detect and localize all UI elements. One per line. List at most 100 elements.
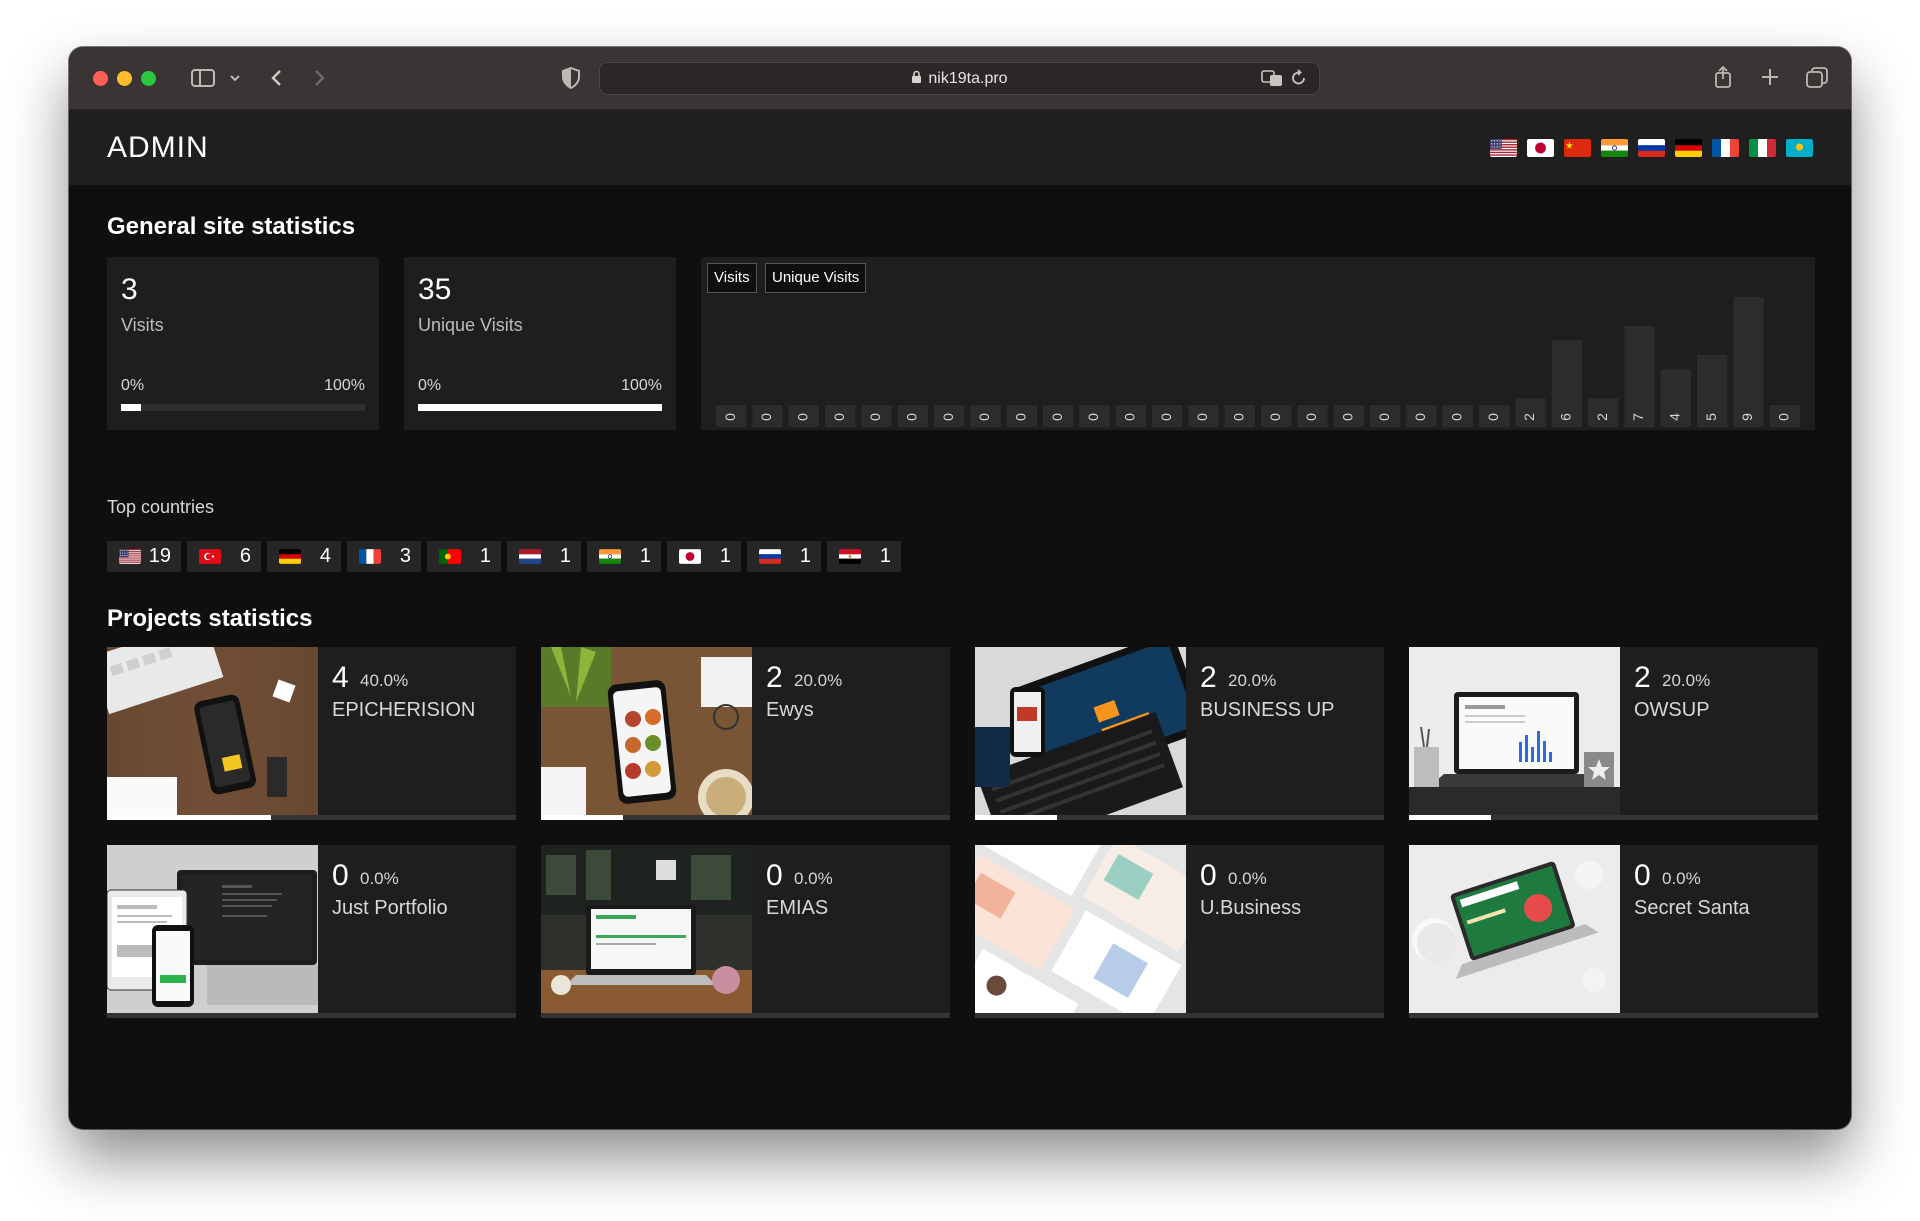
- project-progress-bar: [107, 1013, 516, 1018]
- language-flag-it-icon[interactable]: [1749, 138, 1776, 157]
- language-switcher: [1490, 138, 1813, 157]
- chevron-down-icon[interactable]: [229, 68, 241, 93]
- flag-ru-icon: [759, 549, 781, 564]
- privacy-shield-icon[interactable]: [562, 66, 580, 93]
- project-info: 4 40.0% EPICHERISION: [318, 647, 516, 820]
- flag-fr-icon: [359, 549, 381, 564]
- general-stats-title: General site statistics: [107, 213, 356, 240]
- chart-bar-label: 0: [867, 413, 883, 421]
- country-count: 1: [559, 545, 571, 567]
- project-info: 2 20.0% Ewys: [752, 647, 950, 820]
- country-chip-in: 1: [587, 541, 661, 572]
- zoom-window-button[interactable]: [141, 71, 156, 86]
- new-tab-icon[interactable]: [1761, 68, 1779, 90]
- url-text: nik19ta.pro: [928, 69, 1008, 87]
- project-card[interactable]: 0 0.0% Just Portfolio: [107, 845, 516, 1018]
- project-progress-bar: [975, 815, 1384, 820]
- language-flag-in-icon[interactable]: [1601, 138, 1628, 157]
- country-count: 1: [719, 545, 731, 567]
- language-flag-ru-icon[interactable]: [1638, 138, 1665, 157]
- language-flag-us-icon[interactable]: [1490, 138, 1517, 157]
- translate-icon[interactable]: [1261, 69, 1283, 92]
- project-card[interactable]: 0 0.0% EMIAS: [541, 845, 950, 1018]
- minimize-window-button[interactable]: [117, 71, 132, 86]
- country-chip-tr: 6: [187, 541, 261, 572]
- flag-pt-icon: [439, 549, 461, 564]
- project-name: EPICHERISION: [332, 699, 476, 721]
- language-flag-jp-icon[interactable]: [1527, 138, 1554, 157]
- project-progress-bar: [107, 815, 516, 820]
- country-chip-eg: 1: [827, 541, 901, 572]
- project-progress-bar: [541, 1013, 950, 1018]
- chart-bar-label: 0: [722, 413, 738, 421]
- chart-bar-label: 0: [904, 413, 920, 421]
- project-card[interactable]: 0 0.0% U.Business: [975, 845, 1384, 1018]
- top-countries-list: 19 6 4 3 1 1 1 1 1 1: [107, 541, 901, 572]
- chart-bar-label: 0: [1122, 413, 1138, 421]
- project-info: 2 20.0% BUSINESS UP: [1186, 647, 1384, 820]
- project-progress-bar: [975, 1013, 1384, 1018]
- project-thumbnail: [975, 845, 1186, 1018]
- project-name: Secret Santa: [1634, 897, 1750, 919]
- chart-bar: [1624, 325, 1655, 427]
- chart-bar-label: 0: [1449, 413, 1465, 421]
- project-card[interactable]: 2 20.0% OWSUP: [1409, 647, 1818, 820]
- project-percent: 0.0%: [360, 869, 399, 888]
- chart-bar-label: 0: [795, 413, 811, 421]
- unique-progress-max: 100%: [621, 377, 662, 394]
- chart-bar-label: 2: [1521, 413, 1537, 421]
- country-chip-ru: 1: [747, 541, 821, 572]
- chart-bar-label: 0: [1376, 413, 1392, 421]
- chart-bar-label: 0: [831, 413, 847, 421]
- visits-chart: Visits Unique Visits 0000000000000000000…: [701, 257, 1815, 430]
- visits-progress-fill: [121, 404, 141, 411]
- project-progress-bar: [541, 815, 950, 820]
- project-thumbnail: [541, 647, 752, 820]
- visits-progress-min: 0%: [121, 377, 145, 394]
- flag-in-icon: [599, 549, 621, 564]
- language-flag-cn-icon[interactable]: [1564, 138, 1591, 157]
- address-bar[interactable]: nik19ta.pro: [599, 62, 1320, 95]
- chart-bar-label: 0: [1194, 413, 1210, 421]
- share-icon[interactable]: [1713, 65, 1733, 93]
- language-flag-de-icon[interactable]: [1675, 138, 1702, 157]
- project-card[interactable]: 4 40.0% EPICHERISION: [107, 647, 516, 820]
- project-count: 2: [766, 661, 783, 694]
- close-window-button[interactable]: [93, 71, 108, 86]
- project-info: 0 0.0% U.Business: [1186, 845, 1384, 1018]
- chart-bar: [1733, 297, 1764, 427]
- project-percent: 20.0%: [1662, 671, 1711, 690]
- chart-bar-label: 0: [1231, 413, 1247, 421]
- tab-overview-icon[interactable]: [1806, 67, 1828, 93]
- chart-bar-label: 0: [940, 413, 956, 421]
- project-name: Ewys: [766, 699, 814, 721]
- chart-bar-label: 4: [1667, 413, 1683, 421]
- projects-stats-title: Projects statistics: [107, 605, 313, 632]
- back-icon[interactable]: [269, 68, 283, 92]
- chart-bar-label: 6: [1558, 413, 1574, 421]
- country-chip-nl: 1: [507, 541, 581, 572]
- country-count: 3: [399, 545, 411, 567]
- country-count: 1: [479, 545, 491, 567]
- flag-jp-icon: [679, 549, 701, 564]
- language-flag-kz-icon[interactable]: [1786, 138, 1813, 157]
- project-card[interactable]: 0 0.0% Secret Santa: [1409, 845, 1818, 1018]
- project-name: OWSUP: [1634, 699, 1710, 721]
- sidebar-toggle-icon[interactable]: [191, 68, 215, 92]
- project-card[interactable]: 2 20.0% BUSINESS UP: [975, 647, 1384, 820]
- chart-bar-label: 7: [1630, 413, 1646, 421]
- project-count: 0: [332, 859, 349, 892]
- project-card[interactable]: 2 20.0% Ewys: [541, 647, 950, 820]
- country-count: 19: [148, 545, 171, 567]
- language-flag-fr-icon[interactable]: [1712, 138, 1739, 157]
- project-progress-bar: [1409, 1013, 1818, 1018]
- project-percent: 0.0%: [794, 869, 833, 888]
- chart-bar-label: 0: [758, 413, 774, 421]
- project-count: 0: [1634, 859, 1651, 892]
- unique-progress-min: 0%: [418, 377, 442, 394]
- country-chip-us: 19: [107, 541, 181, 572]
- project-thumbnail: [1409, 647, 1620, 820]
- chart-bar-label: 5: [1703, 413, 1719, 421]
- forward-icon[interactable]: [313, 68, 327, 92]
- reload-icon[interactable]: [1291, 69, 1307, 92]
